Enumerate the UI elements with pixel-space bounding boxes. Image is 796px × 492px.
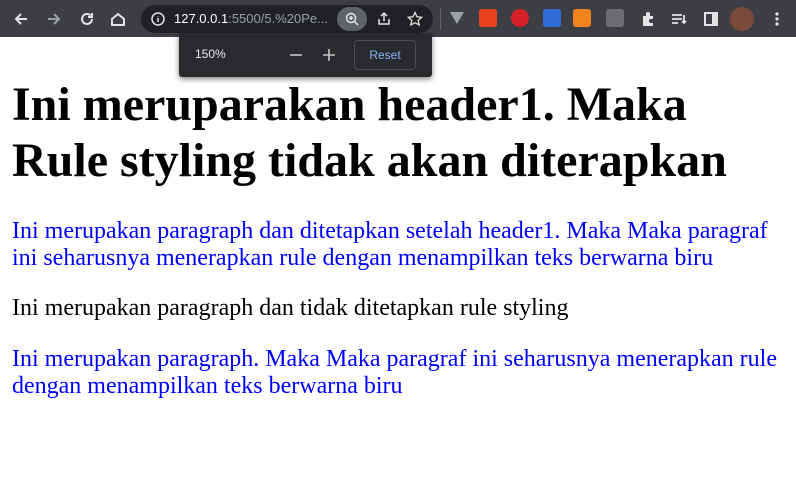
reload-icon[interactable]	[74, 6, 100, 32]
share-icon[interactable]	[371, 6, 397, 32]
extension-gray-icon[interactable]	[606, 9, 624, 27]
site-info-icon[interactable]	[145, 6, 171, 32]
side-panel-icon[interactable]	[698, 6, 724, 32]
url-path: :5500/5.%20Pe...	[228, 11, 328, 26]
address-bar[interactable]: 127.0.0.1:5500/5.%20Pe...	[141, 5, 433, 33]
paragraph-plain: Ini merupakan paragraph dan tidak diteta…	[12, 295, 569, 321]
svelte-extension-icon[interactable]	[479, 9, 497, 27]
zoom-indicator-icon[interactable]	[337, 7, 367, 31]
paragraph-blue-1: Ini merupakan paragraph dan ditetapkan s…	[12, 218, 768, 271]
profile-avatar[interactable]	[730, 7, 754, 31]
reading-list-icon[interactable]	[666, 6, 692, 32]
browser-toolbar: 127.0.0.1:5500/5.%20Pe...	[0, 0, 796, 37]
url-host: 127.0.0.1	[174, 11, 229, 26]
adblock-icon[interactable]	[511, 9, 529, 27]
bookmark-star-icon[interactable]	[402, 6, 428, 32]
metamask-fox-icon[interactable]	[573, 9, 591, 27]
vue-devtools-icon[interactable]	[448, 9, 466, 27]
url-text[interactable]: 127.0.0.1:5500/5.%20Pe...	[174, 11, 328, 26]
extensions-puzzle-icon[interactable]	[635, 6, 661, 32]
page-heading: Ini meruparakan header1. Maka Rule styli…	[12, 78, 727, 187]
forward-icon[interactable]	[41, 6, 67, 32]
extension-lock-icon[interactable]	[543, 9, 561, 27]
back-icon[interactable]	[8, 6, 34, 32]
page-content: Ini meruparakan header1. Maka Rule styli…	[12, 37, 792, 400]
toolbar-divider	[440, 8, 441, 30]
home-icon[interactable]	[105, 6, 131, 32]
more-menu-icon[interactable]	[764, 6, 790, 32]
paragraph-blue-2: Ini merupakan paragraph. Maka Maka parag…	[12, 346, 777, 399]
